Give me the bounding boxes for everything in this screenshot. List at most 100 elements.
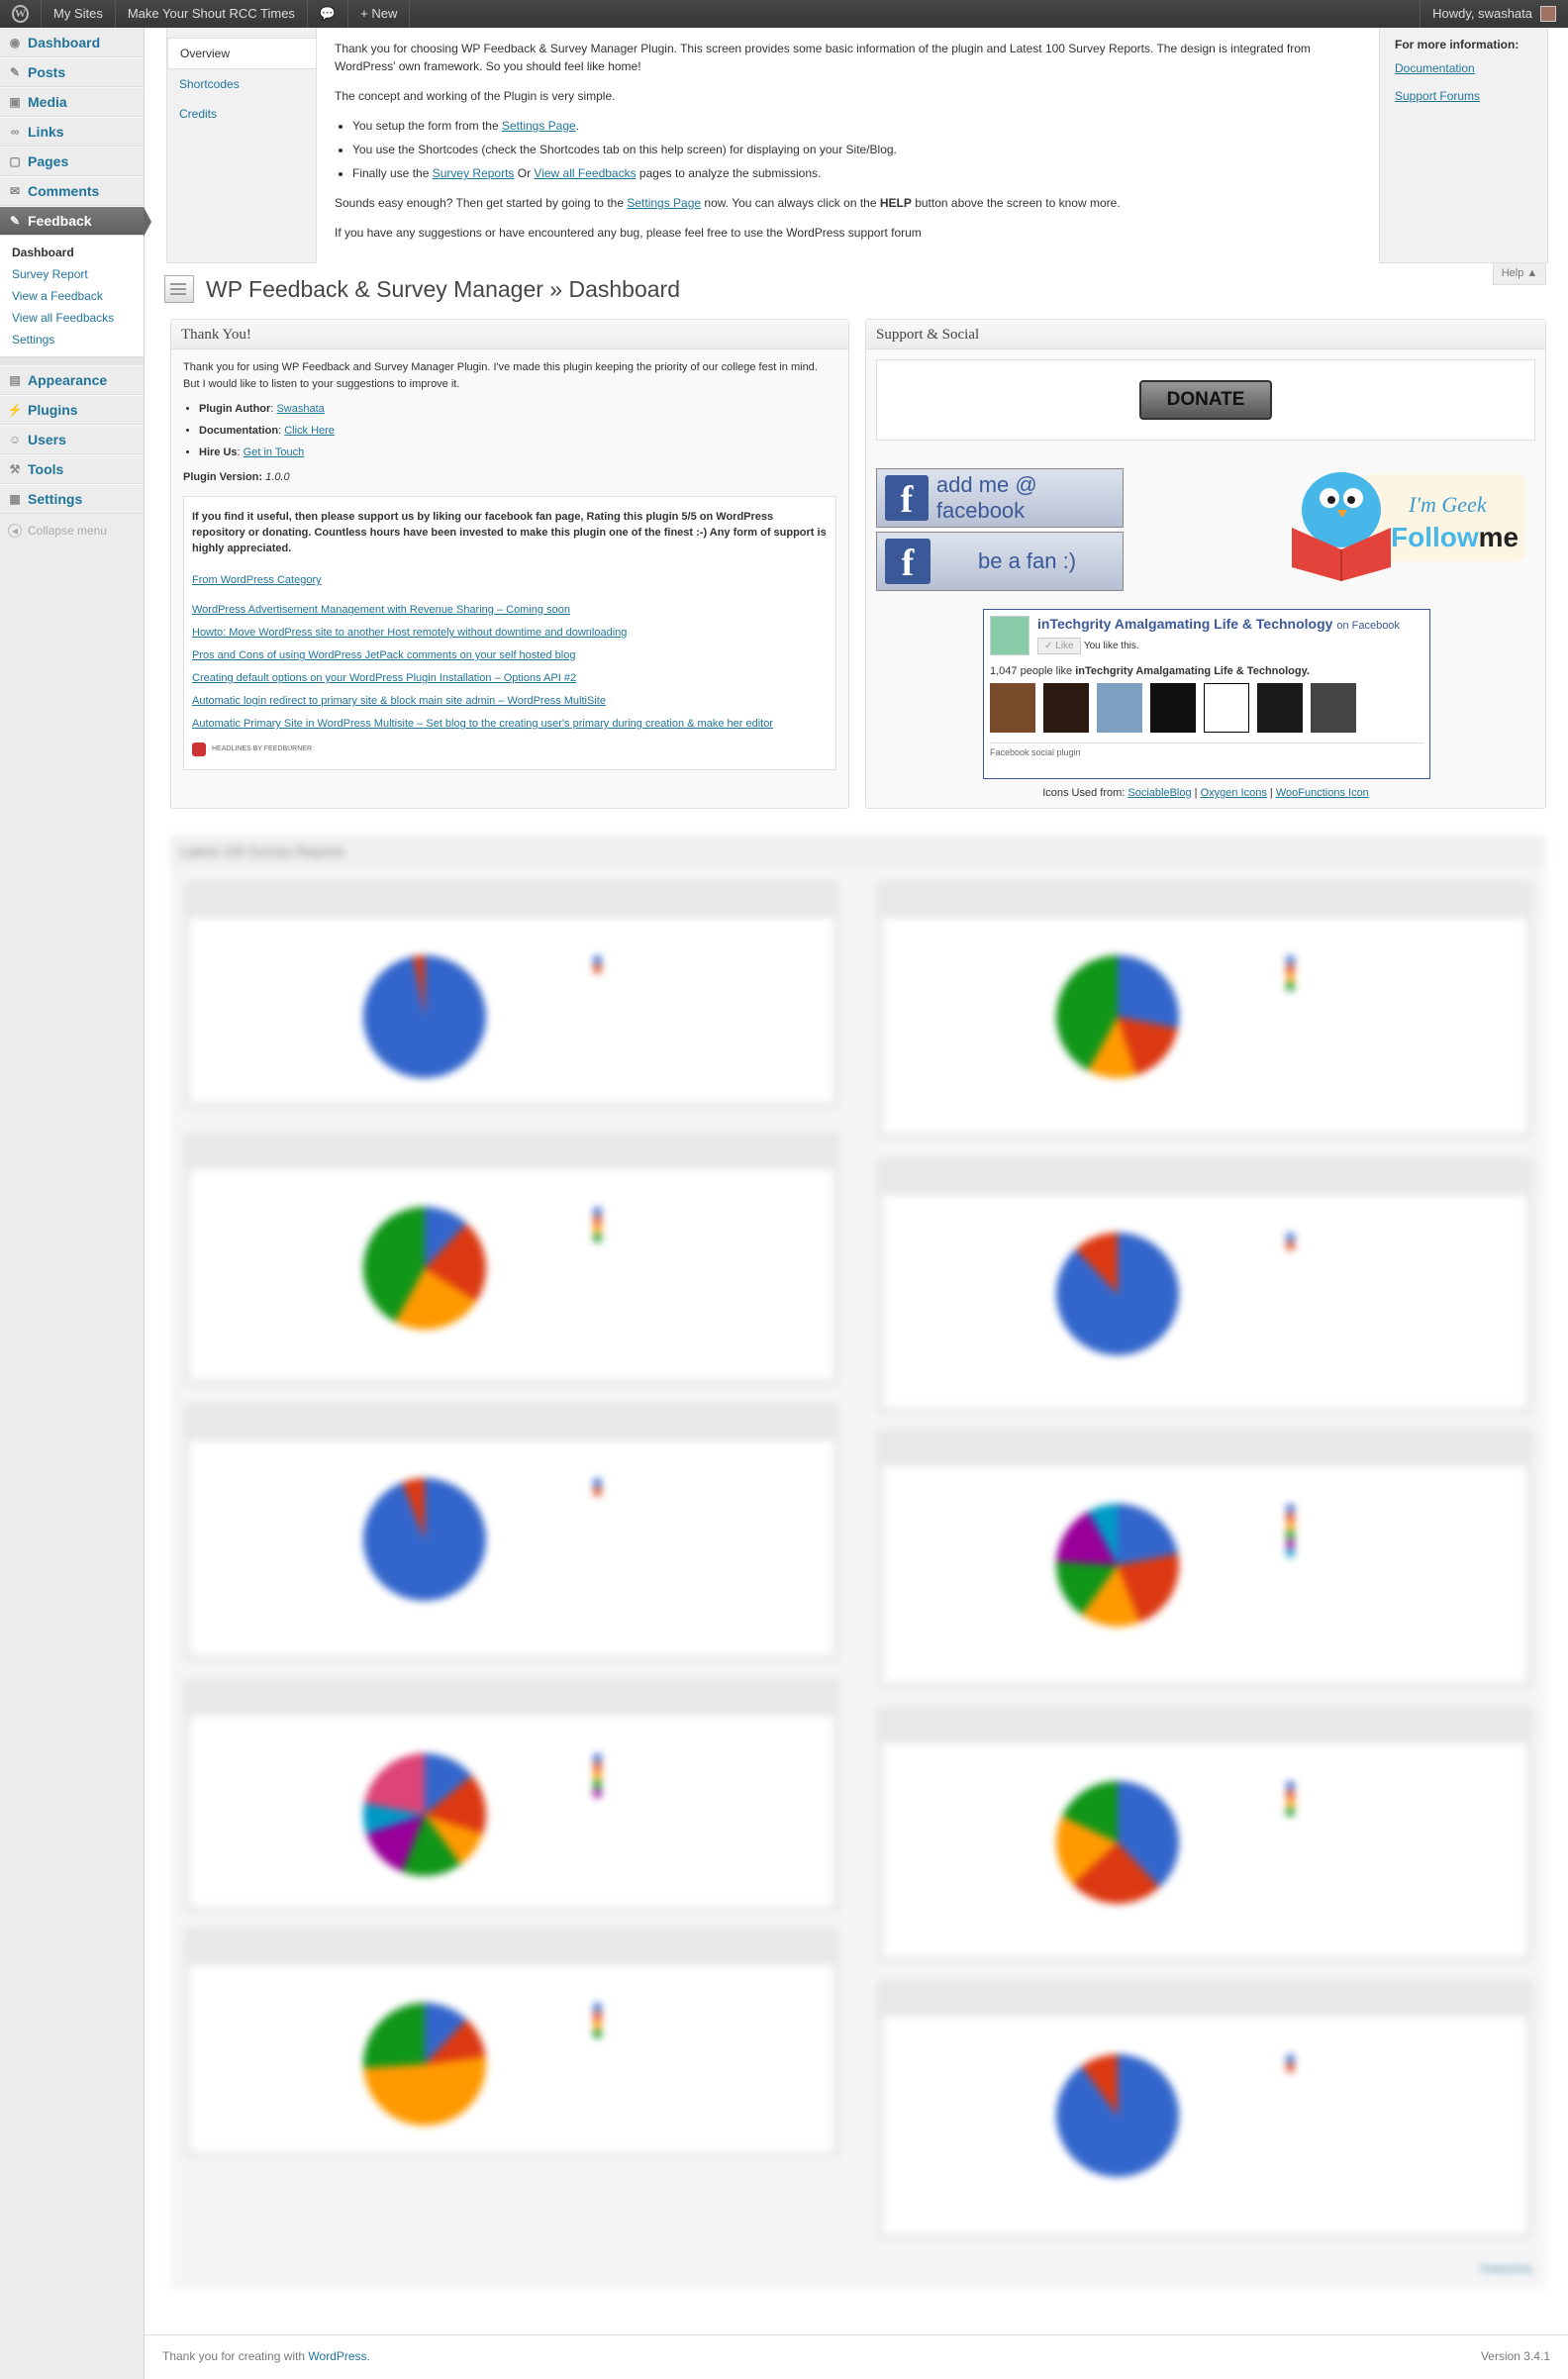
menu-posts[interactable]: ✎ Posts xyxy=(0,57,144,87)
appearance-icon: ▤ xyxy=(9,373,21,387)
legend-entry xyxy=(1286,1781,1295,1790)
submenu-view-all-feedbacks[interactable]: View all Feedbacks xyxy=(0,307,144,329)
legend-entry xyxy=(593,1789,602,1798)
new-content-menu[interactable]: + New xyxy=(348,0,411,28)
feed-item-link[interactable]: Automatic login redirect to primary site… xyxy=(192,693,828,709)
feed-item-link[interactable]: Pros and Cons of using WordPress JetPack… xyxy=(192,647,828,663)
add-me-facebook-button[interactable]: f add me @ facebook xyxy=(876,468,1124,528)
help-tabs: Overview Shortcodes Credits xyxy=(167,28,316,129)
menu-tools[interactable]: ⚒ Tools xyxy=(0,454,144,484)
chart-legend xyxy=(593,1478,602,1496)
feed-item-link[interactable]: WordPress Advertisement Management with … xyxy=(192,602,828,618)
settings-page-link-2[interactable]: Settings Page xyxy=(627,196,701,210)
site-name-menu[interactable]: Make Your Shout RCC Times xyxy=(116,0,308,28)
wordpress-logo-menu[interactable]: W xyxy=(0,0,42,28)
submenu-dashboard[interactable]: Dashboard xyxy=(0,242,144,263)
fb-page-name[interactable]: inTechgrity Amalgamating Life & Technolo… xyxy=(1037,616,1400,632)
help-sidebar: For more information: Documentation Supp… xyxy=(1395,38,1543,117)
feed-item-link[interactable]: Howto: Move WordPress site to another Ho… xyxy=(192,625,828,641)
account-menu[interactable]: Howdy, swashata xyxy=(1420,0,1568,28)
submenu-settings[interactable]: Settings xyxy=(0,329,144,350)
fan-avatar[interactable] xyxy=(990,683,1035,733)
help-button[interactable]: Help ▲ xyxy=(1493,263,1546,285)
fan-avatar[interactable] xyxy=(1311,683,1356,733)
get-in-touch-link[interactable]: Get in Touch xyxy=(244,446,305,458)
tab-shortcodes[interactable]: Shortcodes xyxy=(167,69,316,99)
feedburner-logo[interactable]: HEADLINES BY FEEDBURNER xyxy=(192,742,828,757)
feed-category-link[interactable]: From WordPress Category xyxy=(192,572,828,588)
legend-entry xyxy=(593,2030,602,2038)
survey-chart-body xyxy=(884,2017,1525,2232)
pie-chart xyxy=(1056,2054,1179,2177)
legend-entry xyxy=(593,2003,602,2012)
survey-chart-card xyxy=(877,1430,1532,1689)
wordpress-link[interactable]: WordPress xyxy=(308,2349,366,2363)
fb-page-title: inTechgrity Amalgamating Life & Technolo… xyxy=(1037,616,1333,632)
tab-overview[interactable]: Overview xyxy=(167,38,316,69)
submenu-view-feedback[interactable]: View a Feedback xyxy=(0,285,144,307)
fan-avatar[interactable] xyxy=(1150,683,1196,733)
menu-settings[interactable]: ▦ Settings xyxy=(0,484,144,514)
author-link[interactable]: Swashata xyxy=(276,403,324,415)
survey-chart-card xyxy=(184,1404,839,1661)
menu-media[interactable]: ▣ Media xyxy=(0,87,144,117)
text: button above the screen to know more. xyxy=(911,196,1121,210)
fan-avatar[interactable] xyxy=(1204,683,1249,733)
menu-users[interactable]: ☺ Users xyxy=(0,425,144,454)
legend-entry xyxy=(1286,1539,1295,1548)
menu-feedback[interactable]: ✎ Feedback xyxy=(0,206,151,237)
fan-avatar[interactable] xyxy=(1043,683,1089,733)
step-text: You setup the form from the xyxy=(352,119,502,133)
plugin-info-list: Plugin Author: Swashata Documentation: C… xyxy=(199,401,836,461)
documentation-link[interactable]: Documentation xyxy=(1395,61,1543,75)
menu-appearance[interactable]: ▤ Appearance xyxy=(0,365,144,395)
powered-by-link[interactable]: Powered by xyxy=(1480,2264,1532,2275)
survey-chart-body xyxy=(191,1169,833,1379)
info-author: Plugin Author: Swashata xyxy=(199,401,836,418)
twitter-follow-badge[interactable]: I'm Geek Followme xyxy=(1282,458,1525,581)
admin-footer: Thank you for creating with WordPress. V… xyxy=(145,2334,1568,2379)
documentation-click-link[interactable]: Click Here xyxy=(284,425,335,437)
step-text: Or xyxy=(514,166,535,180)
menu-links[interactable]: ∞ Links xyxy=(0,117,144,147)
be-a-fan-button[interactable]: f be a fan :) xyxy=(876,532,1124,591)
count-text: 1,047 people like xyxy=(990,665,1076,677)
info-docs: Documentation: Click Here xyxy=(199,423,836,440)
collapse-menu-button[interactable]: ◀ Collapse menu xyxy=(0,514,144,547)
tab-credits[interactable]: Credits xyxy=(167,99,316,129)
icons-link[interactable]: SociableBlog xyxy=(1127,787,1191,799)
chart-legend xyxy=(593,1207,602,1242)
twitter-bird-icon xyxy=(1292,472,1525,581)
fan-avatar[interactable] xyxy=(1257,683,1303,733)
icons-link[interactable]: WooFunctions Icon xyxy=(1276,787,1369,799)
help-side-title: For more information: xyxy=(1395,38,1519,51)
survey-reports-link[interactable]: Survey Reports xyxy=(433,166,515,180)
donate-button[interactable]: DONATE xyxy=(1139,380,1272,420)
fan-avatar[interactable] xyxy=(1097,683,1142,733)
legend-dot xyxy=(1286,1241,1295,1250)
icons-link[interactable]: Oxygen Icons xyxy=(1201,787,1267,799)
link-icon: ∞ xyxy=(10,125,20,139)
menu-plugins[interactable]: ⚡ Plugins xyxy=(0,395,144,425)
page-header: WP Feedback & Survey Manager » Dashboard xyxy=(164,275,680,303)
feed-item-link[interactable]: Creating default options on your WordPre… xyxy=(192,670,828,686)
submenu-survey-report[interactable]: Survey Report xyxy=(0,263,144,285)
legend-entry xyxy=(1286,1241,1295,1250)
legend-dot xyxy=(1286,982,1295,991)
comments-menu[interactable]: 💬 xyxy=(308,0,349,28)
view-all-feedbacks-link[interactable]: View all Feedbacks xyxy=(534,166,636,180)
menu-pages[interactable]: ▢ Pages xyxy=(0,147,144,176)
feedburner-text: HEADLINES BY FEEDBURNER xyxy=(212,745,313,752)
feed-item-link[interactable]: Automatic Primary Site in WordPress Mult… xyxy=(192,716,828,732)
feedback-submenu: Dashboard Survey Report View a Feedback … xyxy=(0,236,144,357)
legend-dot xyxy=(1286,1531,1295,1539)
my-sites-menu[interactable]: My Sites xyxy=(42,0,116,28)
menu-comments[interactable]: ✉ Comments xyxy=(0,176,144,206)
pie-chart xyxy=(363,955,486,1078)
settings-page-link[interactable]: Settings Page xyxy=(502,119,576,133)
pie-chart xyxy=(1056,1233,1179,1355)
fb-like-button[interactable]: ✓ Like xyxy=(1037,638,1081,654)
legend-entry xyxy=(1286,1233,1295,1241)
support-forums-link[interactable]: Support Forums xyxy=(1395,89,1543,103)
menu-dashboard[interactable]: ◉ Dashboard xyxy=(0,28,144,57)
